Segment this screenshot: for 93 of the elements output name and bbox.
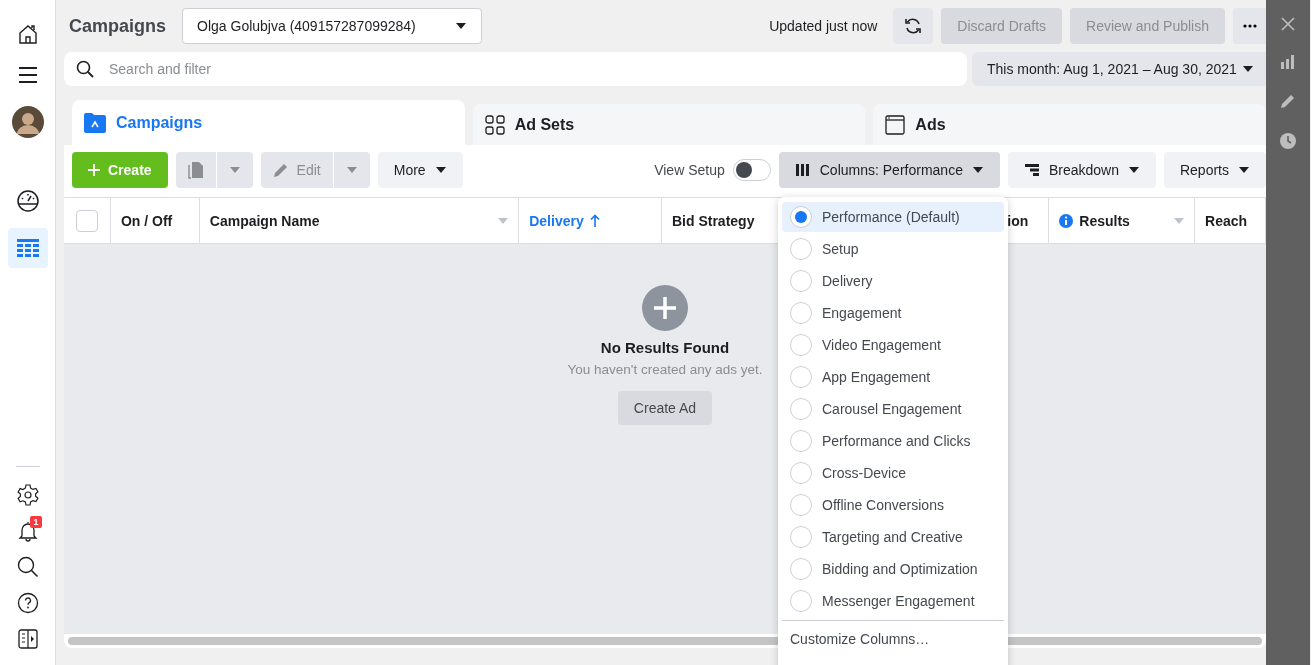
menu-option[interactable]: Video Engagement bbox=[782, 330, 1004, 360]
search-icon bbox=[16, 556, 39, 578]
bar-chart-icon[interactable] bbox=[1280, 55, 1296, 69]
account-dropdown[interactable]: Olga Golubjva (409157287099284) bbox=[182, 8, 483, 44]
radio-button[interactable] bbox=[790, 398, 812, 420]
column-menu-icon bbox=[498, 217, 509, 224]
menu-option[interactable]: Carousel Engagement bbox=[782, 394, 1004, 424]
caret-icon bbox=[455, 22, 468, 30]
caret-icon bbox=[228, 166, 241, 174]
caret-icon bbox=[434, 166, 447, 174]
radio-button[interactable] bbox=[790, 270, 812, 292]
clock-icon[interactable] bbox=[1280, 133, 1296, 149]
radio-button[interactable] bbox=[790, 302, 812, 324]
select-all-checkbox[interactable] bbox=[75, 209, 98, 232]
menu-option[interactable]: App Engagement bbox=[782, 362, 1004, 392]
empty-title: No Results Found bbox=[600, 339, 730, 356]
close-icon[interactable] bbox=[1281, 17, 1295, 31]
sidebar-item[interactable]: 1 bbox=[7, 513, 48, 549]
window-icon bbox=[885, 114, 906, 135]
refresh-button[interactable] bbox=[893, 8, 934, 44]
copy-icon bbox=[187, 161, 204, 179]
caret-icon bbox=[1238, 166, 1250, 174]
settings-icon bbox=[16, 484, 39, 506]
columns-dropdown[interactable]: Columns: Performance bbox=[778, 152, 1000, 188]
radio-button[interactable] bbox=[790, 526, 812, 548]
help-icon bbox=[16, 592, 39, 614]
tab[interactable]: Ad Sets bbox=[472, 104, 866, 145]
folder-icon bbox=[84, 112, 106, 133]
menu-icon bbox=[17, 67, 38, 83]
bell-icon bbox=[16, 520, 39, 542]
caret-icon bbox=[1242, 65, 1254, 73]
reports-dropdown[interactable]: Reports bbox=[1163, 152, 1266, 188]
create-ad-button[interactable]: Create Ad bbox=[617, 391, 713, 425]
plus-icon bbox=[88, 164, 100, 176]
radio-button[interactable] bbox=[790, 366, 812, 388]
menu-option[interactable]: Engagement bbox=[782, 298, 1004, 328]
radio-button[interactable] bbox=[790, 462, 812, 484]
breakdown-dropdown[interactable]: Breakdown bbox=[1007, 152, 1156, 188]
refresh-icon bbox=[904, 17, 923, 35]
breakdown-icon bbox=[1023, 163, 1040, 177]
radio-button[interactable] bbox=[790, 334, 812, 356]
menu-option[interactable]: Messenger Engagement bbox=[782, 586, 1004, 616]
edit-menu-button[interactable] bbox=[333, 152, 370, 188]
radio-button[interactable] bbox=[790, 238, 812, 260]
empty-message: You haven't created any ads yet. bbox=[567, 362, 763, 377]
caret-icon bbox=[1127, 166, 1140, 174]
view-setup-label: View Setup bbox=[654, 162, 725, 178]
menu-option[interactable]: Offline Conversions bbox=[782, 490, 1004, 520]
page-title: Campaigns bbox=[69, 15, 167, 37]
radio-button[interactable] bbox=[790, 430, 812, 452]
customize-columns-link[interactable]: Customize Columns… bbox=[782, 621, 938, 657]
menu-option[interactable]: Bidding and Optimization bbox=[782, 554, 1004, 584]
add-icon bbox=[642, 285, 688, 331]
date-range-dropdown[interactable]: This month: Aug 1, 2021 – Aug 30, 2021 bbox=[972, 52, 1266, 86]
home-icon bbox=[16, 23, 39, 45]
columns-icon bbox=[794, 163, 811, 177]
column-menu-icon bbox=[1174, 217, 1185, 224]
sort-up-icon bbox=[589, 214, 600, 227]
duplicate-button[interactable] bbox=[175, 152, 216, 188]
tab[interactable]: Campaigns bbox=[72, 100, 465, 145]
more-icon bbox=[1242, 24, 1257, 28]
column-header[interactable]: Campaign Name bbox=[199, 198, 520, 243]
notification-badge: 1 bbox=[30, 516, 42, 528]
avatar-icon bbox=[11, 106, 44, 138]
duplicate-menu-button[interactable] bbox=[216, 152, 253, 188]
update-status: Updated just now bbox=[769, 18, 878, 34]
pencil-icon[interactable] bbox=[1280, 93, 1296, 109]
view-setup-toggle[interactable] bbox=[732, 159, 771, 181]
radio-button[interactable] bbox=[790, 590, 812, 612]
caret-icon bbox=[345, 166, 358, 174]
column-header[interactable]: Delivery bbox=[519, 198, 662, 243]
menu-option[interactable]: Delivery bbox=[782, 266, 1004, 296]
more-options-button[interactable] bbox=[1233, 8, 1266, 44]
gauge-icon bbox=[15, 189, 40, 213]
radio-button[interactable] bbox=[790, 206, 812, 228]
search-icon bbox=[76, 60, 94, 78]
search-field[interactable]: Search and filter bbox=[64, 52, 967, 86]
menu-option[interactable]: Performance (Default) bbox=[782, 202, 1004, 232]
column-header[interactable]: Results bbox=[1049, 198, 1196, 243]
tab[interactable]: Ads bbox=[873, 104, 1266, 145]
radio-button[interactable] bbox=[790, 558, 812, 580]
more-button[interactable]: More bbox=[377, 152, 463, 188]
table-icon bbox=[15, 238, 40, 258]
menu-option[interactable]: Cross-Device bbox=[782, 458, 1004, 488]
menu-option[interactable]: Targeting and Creative bbox=[782, 522, 1004, 552]
panel-toggle-icon bbox=[17, 629, 38, 649]
caret-icon bbox=[971, 166, 984, 174]
pencil-icon bbox=[272, 162, 289, 178]
grid-icon bbox=[484, 114, 505, 135]
info-icon bbox=[1059, 213, 1074, 228]
menu-option[interactable]: Performance and Clicks bbox=[782, 426, 1004, 456]
radio-button[interactable] bbox=[790, 494, 812, 516]
column-header[interactable]: On / Off bbox=[110, 198, 200, 243]
